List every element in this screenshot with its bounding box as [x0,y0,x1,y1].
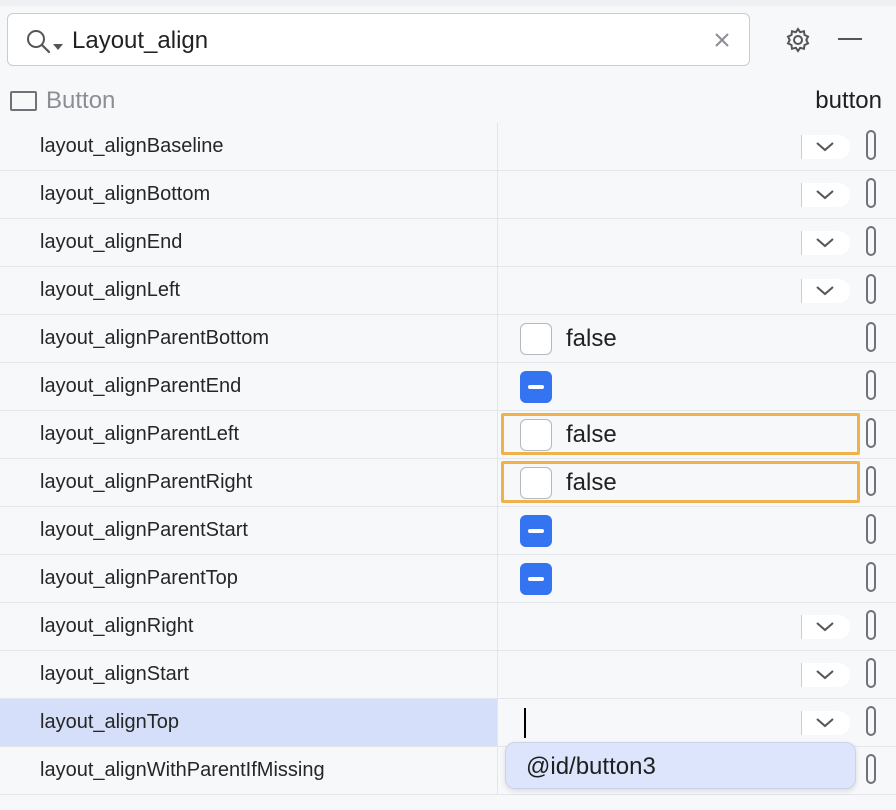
close-icon[interactable] [711,29,733,56]
resource-picker-icon[interactable] [866,370,876,400]
attribute-row[interactable]: layout_alignBottom [0,171,896,219]
attribute-name-cell: layout_alignParentLeft [0,411,498,458]
component-type-label: Button [46,87,116,114]
resource-picker-icon[interactable] [866,706,876,736]
attribute-name-cell: layout_alignLeft [0,267,498,314]
attribute-name: layout_alignTop [40,711,179,733]
resource-picker-icon[interactable] [866,658,876,688]
text-caret[interactable] [524,708,526,738]
attribute-row[interactable]: layout_alignEnd [0,219,896,267]
boolean-value-label: false [566,469,617,496]
attribute-name-cell: layout_alignStart [0,651,498,698]
completion-popup: @id/button3 [505,742,856,789]
button-component-icon [10,91,37,116]
attribute-row[interactable]: layout_alignParentTop [0,555,896,603]
attribute-name: layout_alignEnd [40,231,183,253]
indeterminate-checkbox[interactable] [520,563,552,595]
resource-picker-icon[interactable] [866,610,876,640]
search-history-dropdown-icon[interactable] [53,37,63,55]
attribute-name-cell: layout_alignBaseline [0,123,498,170]
attribute-name-cell: layout_alignEnd [0,219,498,266]
search-input[interactable]: Layout_align [72,27,208,55]
value-dropdown[interactable] [801,183,850,207]
resource-picker-icon[interactable] [866,466,876,496]
resource-picker-icon[interactable] [866,322,876,352]
component-id-label: button [815,87,882,114]
attributes-table: layout_alignBaseline layout_alignBottom … [0,123,896,795]
toolbar: Layout_align [0,0,896,77]
attribute-name: layout_alignParentLeft [40,423,240,445]
attribute-name: layout_alignParentEnd [40,375,242,397]
component-header: Button button [0,76,896,124]
attribute-name: layout_alignRight [40,615,194,637]
value-dropdown[interactable] [801,711,850,735]
attribute-name: layout_alignParentRight [40,471,253,493]
attribute-name: layout_alignParentTop [40,567,238,589]
indeterminate-checkbox[interactable] [520,371,552,403]
attribute-row[interactable]: layout_alignBaseline [0,123,896,171]
resource-picker-icon[interactable] [866,418,876,448]
resource-picker-icon[interactable] [866,514,876,544]
attribute-name-cell: layout_alignRight [0,603,498,650]
attribute-name-cell: layout_alignParentTop [0,555,498,602]
attribute-name: layout_alignStart [40,663,189,685]
attribute-row[interactable]: layout_alignParentBottom false [0,315,896,363]
boolean-value-label: false [566,325,617,352]
attribute-name: layout_alignBaseline [40,135,224,157]
attribute-row[interactable]: layout_alignParentRight false [0,459,896,507]
value-dropdown[interactable] [801,615,850,639]
resource-picker-icon[interactable] [866,226,876,256]
resource-picker-icon[interactable] [866,274,876,304]
attribute-name-cell: layout_alignParentBottom [0,315,498,362]
value-dropdown[interactable] [801,231,850,255]
boolean-checkbox[interactable] [520,323,552,355]
attribute-row[interactable]: layout_alignLeft [0,267,896,315]
attribute-row[interactable]: layout_alignParentEnd [0,363,896,411]
highlight-outline [501,461,860,503]
boolean-value-label: false [566,421,617,448]
boolean-checkbox[interactable] [520,419,552,451]
attribute-name: layout_alignWithParentIfMissing [40,759,325,781]
search-icon[interactable] [26,29,52,60]
attribute-row[interactable]: layout_alignRight [0,603,896,651]
attribute-row-selected[interactable]: layout_alignTop [0,699,896,747]
resource-picker-icon[interactable] [866,562,876,592]
attribute-row[interactable]: layout_alignParentLeft false [0,411,896,459]
resource-picker-icon[interactable] [866,130,876,160]
attribute-name: layout_alignBottom [40,183,211,205]
attribute-name-cell: layout_alignParentRight [0,459,498,506]
attribute-name-cell: layout_alignWithParentIfMissing [0,747,498,794]
attribute-name-cell: layout_alignParentEnd [0,363,498,410]
indeterminate-checkbox[interactable] [520,515,552,547]
attribute-name-cell: layout_alignBottom [0,171,498,218]
attribute-name: layout_alignLeft [40,279,181,301]
gear-icon[interactable] [784,26,812,59]
attribute-row[interactable]: layout_alignParentStart [0,507,896,555]
value-dropdown[interactable] [801,279,850,303]
attribute-name: layout_alignParentStart [40,519,248,541]
attribute-name-cell: layout_alignTop [0,699,498,746]
attribute-name: layout_alignParentBottom [40,327,270,349]
attribute-name-cell: layout_alignParentStart [0,507,498,554]
resource-picker-icon[interactable] [866,754,876,784]
completion-item[interactable]: @id/button3 [526,753,656,781]
top-strip [0,0,896,6]
boolean-checkbox[interactable] [520,467,552,499]
resource-picker-icon[interactable] [866,178,876,208]
search-field[interactable]: Layout_align [7,13,750,66]
highlight-outline [501,413,860,455]
value-dropdown[interactable] [801,663,850,687]
minus-icon[interactable] [838,38,862,40]
attribute-row[interactable]: layout_alignStart [0,651,896,699]
value-dropdown[interactable] [801,135,850,159]
